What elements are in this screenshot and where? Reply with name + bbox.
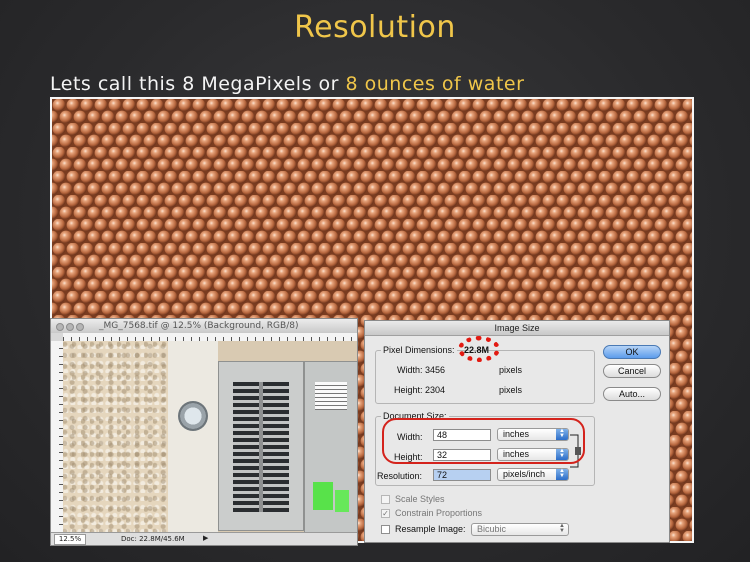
pixel-dimensions-label: Pixel Dimensions: [381, 345, 457, 355]
horizontal-ruler [63, 333, 357, 341]
resolution-label: Resolution: [377, 471, 423, 481]
image-canvas[interactable] [63, 341, 357, 533]
minimize-window-button[interactable] [66, 323, 74, 331]
electric-meter [178, 401, 208, 431]
dialog-title: Image Size [365, 321, 669, 336]
updown-arrows-icon: ▲ ▼ [559, 523, 565, 534]
document-status-bar: 12.5% Doc: 22.8M/45.6M ▶ [51, 532, 357, 545]
green-sticker [313, 482, 333, 510]
cancel-button[interactable]: Cancel [603, 364, 661, 378]
document-size-annotation-circle [382, 418, 585, 464]
zoom-level-field[interactable]: 12.5% [54, 534, 86, 545]
dotted-annotation-circle [458, 336, 500, 362]
close-window-button[interactable] [56, 323, 64, 331]
constrain-proportions-checkbox[interactable]: ✓ [381, 509, 390, 518]
breaker-panel [218, 361, 304, 531]
pixel-height-label: Height: [394, 385, 423, 395]
subtitle-highlight: 8 ounces of water [345, 73, 525, 95]
auto-button[interactable]: Auto... [603, 387, 661, 401]
zoom-window-button[interactable] [76, 323, 84, 331]
slide-title: Resolution [294, 10, 456, 45]
status-menu-arrow-icon[interactable]: ▶ [203, 534, 208, 542]
doc-size-info[interactable]: Doc: 22.8M/45.6M [121, 534, 185, 544]
resolution-unit-select[interactable]: pixels/inch ▲ ▼ [497, 468, 569, 481]
vertical-ruler [51, 341, 63, 533]
resolution-input[interactable]: 72 [433, 469, 491, 481]
panel-label [315, 382, 347, 410]
updown-arrows-icon: ▲ ▼ [556, 468, 568, 480]
slide-subtitle: Lets call this 8 MegaPixels or 8 ounces … [50, 73, 524, 95]
resample-image-checkbox[interactable] [381, 525, 390, 534]
document-titlebar[interactable]: _MG_7568.tif @ 12.5% (Background, RGB/8) [51, 319, 357, 333]
ok-button[interactable]: OK [603, 345, 661, 359]
resample-method-select[interactable]: Bicubic ▲ ▼ [471, 523, 569, 536]
stucco-wall [63, 341, 168, 533]
resample-image-label: Resample Image: [395, 524, 466, 534]
document-title: _MG_7568.tif @ 12.5% (Background, RGB/8) [99, 321, 299, 331]
pixel-width-unit: pixels [499, 365, 523, 375]
pixel-width-value: 3456 [425, 365, 446, 375]
pixel-height-unit: pixels [499, 385, 523, 395]
scale-styles-label: Scale Styles [395, 494, 445, 504]
wall-trim [168, 341, 218, 533]
resolution-unit-value: pixels/inch [503, 469, 546, 479]
pixel-height-value: 2304 [425, 385, 446, 395]
panel-door [304, 361, 357, 533]
subtitle-text: Lets call this 8 MegaPixels or [50, 73, 346, 95]
constrain-proportions-label: Constrain Proportions [395, 508, 483, 518]
document-window: _MG_7568.tif @ 12.5% (Background, RGB/8)… [50, 318, 358, 546]
breaker-switches [233, 382, 289, 512]
resample-method-value: Bicubic [477, 524, 507, 534]
scale-styles-checkbox[interactable] [381, 495, 390, 504]
green-sticker [335, 490, 349, 512]
pixel-width-label: Width: [397, 365, 423, 375]
